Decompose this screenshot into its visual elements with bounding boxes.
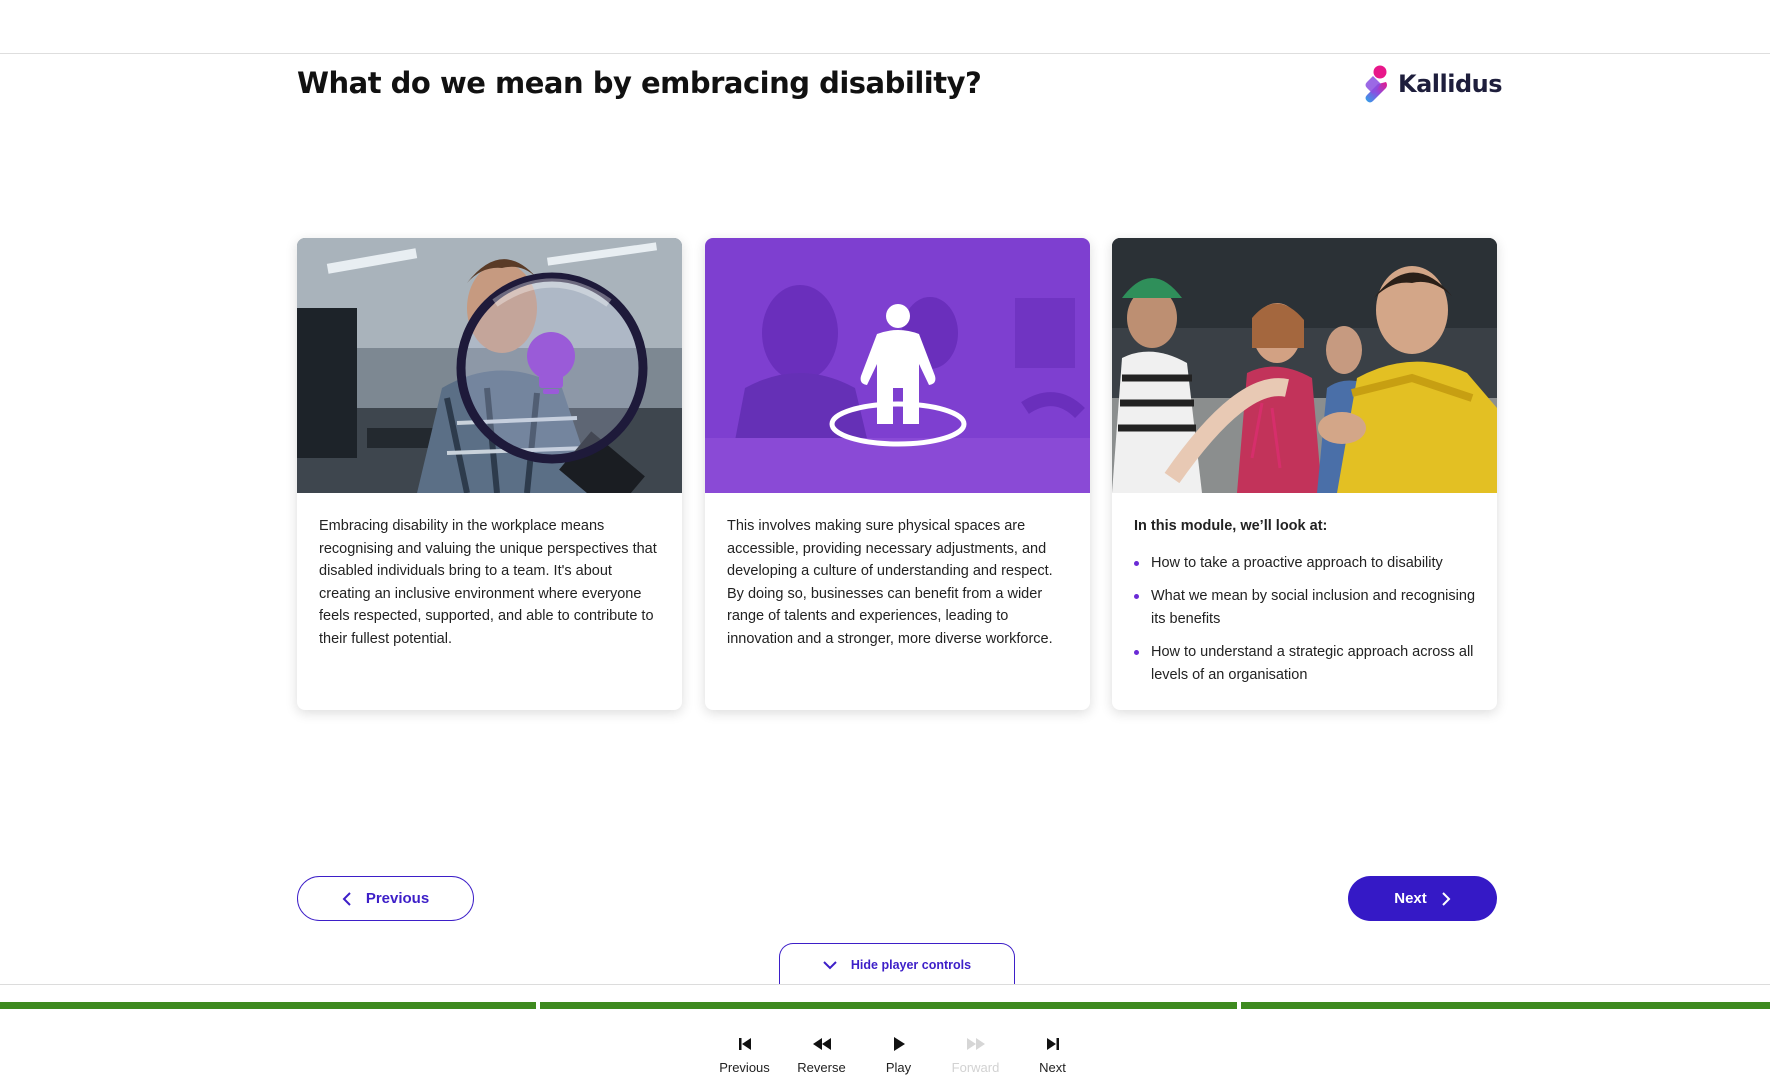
player-previous-label: Previous [719, 1060, 770, 1075]
player-reverse-button[interactable]: Reverse [783, 1036, 860, 1075]
list-item: How to take a proactive approach to disa… [1134, 552, 1475, 575]
card-1-text: Embracing disability in the workplace me… [319, 518, 657, 647]
card-3-image [1112, 238, 1497, 493]
module-intro: In this module, we’ll look at: [1134, 518, 1328, 534]
list-item: How to understand a strategic approach a… [1134, 641, 1475, 686]
module-topics-list: How to take a proactive approach to disa… [1134, 552, 1475, 687]
hide-player-controls-label: Hide player controls [850, 957, 972, 972]
player-play-label: Play [885, 1060, 912, 1075]
player-forward-button: Forward [937, 1036, 1014, 1075]
player-next-label: Next [1039, 1060, 1066, 1075]
progress-segment [540, 1002, 1237, 1009]
skip-next-icon [1046, 1038, 1059, 1050]
info-card-2: This involves making sure physical space… [705, 238, 1090, 710]
page-title: What do we mean by embracing disability? [297, 66, 982, 100]
play-icon [893, 1037, 905, 1051]
player-controls: Previous Reverse Play Forward Next [706, 1036, 1091, 1075]
progress-segment [1241, 1002, 1770, 1009]
skip-previous-icon [738, 1038, 751, 1050]
info-card-1: Embracing disability in the workplace me… [297, 238, 682, 710]
player-previous-button[interactable]: Previous [706, 1036, 783, 1075]
chevron-left-icon [342, 891, 351, 906]
player-reverse-label: Reverse [797, 1060, 846, 1075]
list-item: What we mean by social inclusion and rec… [1134, 585, 1475, 630]
next-button-label: Next [1394, 890, 1427, 907]
card-1-image [297, 238, 682, 493]
player-forward-label: Forward [951, 1060, 1000, 1075]
chevron-right-icon [1442, 891, 1451, 906]
card-2-image [705, 238, 1090, 493]
previous-button[interactable]: Previous [297, 876, 474, 921]
top-divider [0, 53, 1770, 54]
kallidus-logo: Kallidus [1362, 64, 1503, 104]
previous-button-label: Previous [365, 890, 430, 907]
info-card-3: In this module, we’ll look at: How to ta… [1112, 238, 1497, 710]
fast-forward-icon [966, 1038, 985, 1050]
player-play-button[interactable]: Play [860, 1036, 937, 1075]
player-divider [0, 984, 1770, 985]
player-next-button[interactable]: Next [1014, 1036, 1091, 1075]
card-3-content: In this module, we’ll look at: How to ta… [1112, 493, 1497, 710]
next-button[interactable]: Next [1348, 876, 1497, 921]
chevron-down-icon [823, 960, 837, 969]
rewind-icon [812, 1038, 831, 1050]
progress-bar[interactable] [0, 1002, 1770, 1009]
kallidus-wordmark: Kallidus [1398, 70, 1503, 98]
card-2-text: This involves making sure physical space… [727, 518, 1053, 647]
hide-player-controls-button[interactable]: Hide player controls [779, 943, 1015, 985]
kallidus-logo-icon [1365, 65, 1387, 103]
progress-segment [0, 1002, 536, 1009]
